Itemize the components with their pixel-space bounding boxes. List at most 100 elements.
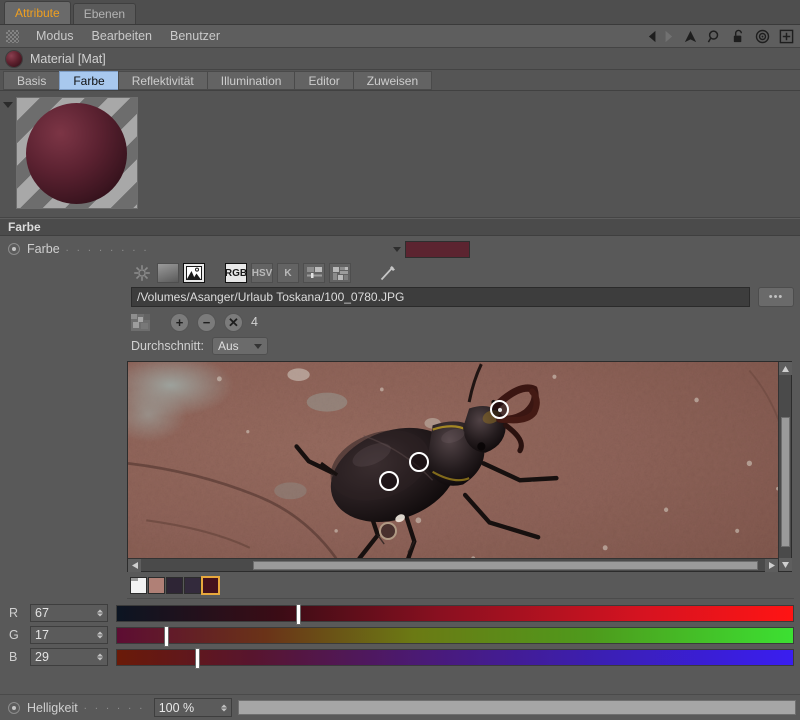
slider-mode-icon[interactable]	[303, 263, 325, 283]
window-tab-strip: Attribute Ebenen	[0, 0, 800, 25]
channel-g-value: 17	[35, 628, 49, 642]
sample-marker-3[interactable]	[379, 471, 399, 491]
sample-marker-4[interactable]	[379, 522, 397, 540]
forward-arrow-icon[interactable]	[659, 29, 674, 44]
swatch-sample-2[interactable]	[166, 577, 183, 594]
viewer-vertical-scrollbar[interactable]	[778, 362, 792, 571]
scroll-left-arrow-icon[interactable]	[128, 558, 141, 572]
grid-mode-icon[interactable]	[329, 263, 351, 283]
up-arrow-icon[interactable]	[683, 29, 698, 44]
tab-illumination[interactable]: Illumination	[206, 71, 295, 90]
texture-path-value: /Volumes/Asanger/Urlaub Toskana/100_0780…	[137, 290, 405, 304]
channel-r-slider-handle[interactable]	[296, 603, 302, 625]
channel-g-slider[interactable]	[116, 625, 794, 647]
swatch-sample-1[interactable]	[148, 577, 165, 594]
tab-zuweisen[interactable]: Zuweisen	[352, 71, 433, 90]
lock-open-icon[interactable]	[731, 29, 746, 44]
menu-item-modus[interactable]: Modus	[27, 25, 83, 47]
remove-sample-button[interactable]: −	[197, 312, 216, 332]
remove-sample-label: −	[202, 314, 211, 330]
channel-r-slider[interactable]	[116, 603, 794, 625]
channel-b-value: 29	[35, 650, 49, 664]
tab-reflektivitaet[interactable]: Reflektivität	[117, 71, 207, 90]
viewer-vscroll-thumb[interactable]	[780, 417, 790, 547]
channel-b-slider[interactable]	[116, 647, 794, 669]
tab-basis[interactable]: Basis	[3, 71, 60, 90]
scroll-down-arrow-icon[interactable]	[778, 558, 792, 571]
color-swatch-main[interactable]	[405, 240, 471, 258]
menu-item-benutzer[interactable]: Benutzer	[161, 25, 229, 47]
target-icon[interactable]	[755, 29, 770, 44]
brightness-radio-icon[interactable]	[8, 701, 20, 714]
scroll-up-arrow-icon[interactable]	[778, 362, 792, 375]
hsv-mode-button[interactable]: HSV	[251, 263, 273, 283]
window-tab-attribute[interactable]: Attribute	[4, 1, 71, 24]
brightness-stepper[interactable]	[220, 704, 227, 711]
viewer-vscroll-track[interactable]	[779, 375, 791, 558]
rgb-mode-button[interactable]: RGB	[225, 263, 247, 283]
brightness-slider[interactable]	[237, 700, 796, 715]
brightness-input[interactable]: 100 %	[153, 698, 232, 717]
radio-selected-icon[interactable]	[8, 243, 20, 255]
channel-b-slider-handle[interactable]	[194, 647, 200, 669]
texture-image-viewer[interactable]	[127, 361, 792, 572]
tab-farbe[interactable]: Farbe	[59, 71, 118, 90]
viewer-horizontal-scrollbar[interactable]	[128, 558, 778, 572]
menu-item-bearbeiten[interactable]: Bearbeiten	[83, 25, 161, 47]
brightness-label: Helligkeit	[27, 700, 78, 715]
swatch-folder[interactable]	[130, 577, 147, 594]
add-sample-button[interactable]: +	[170, 312, 189, 332]
swatch-sample-3[interactable]	[184, 577, 201, 594]
channel-g-slider-handle[interactable]	[164, 625, 170, 647]
menu-item-bearbeiten-label: Bearbeiten	[91, 29, 152, 43]
viewer-hscroll-thumb[interactable]	[253, 560, 758, 570]
preview-collapse-toggle[interactable]	[0, 97, 16, 209]
object-header: Material [Mat]	[0, 48, 800, 70]
hsv-mode-label: HSV	[251, 267, 273, 279]
average-dropdown[interactable]: Aus	[211, 337, 268, 355]
sample-marker-1[interactable]	[490, 400, 509, 419]
sampled-swatch-strip	[0, 572, 800, 598]
property-tab-bar: Basis Farbe Reflektivität Illumination E…	[0, 70, 800, 91]
average-dropdown-value: Aus	[217, 339, 239, 353]
triangle-down-small-icon[interactable]	[393, 246, 402, 252]
section-header-farbe: Farbe	[0, 218, 800, 236]
swatch-sample-4[interactable]	[201, 576, 220, 595]
color-mode-button-bar: RGB HSV K	[0, 262, 800, 284]
channel-r-stepper[interactable]	[97, 609, 103, 617]
sample-marker-1-center	[497, 407, 502, 412]
plus-box-icon[interactable]	[779, 29, 794, 44]
gradient-swatch-icon[interactable]	[157, 263, 179, 283]
texture-path-input[interactable]: /Volumes/Asanger/Urlaub Toskana/100_0780…	[131, 287, 750, 307]
channel-g-input[interactable]: 17	[30, 626, 108, 644]
texture-thumb-icon[interactable]	[131, 313, 150, 331]
tab-editor[interactable]: Editor	[294, 71, 353, 90]
search-icon[interactable]	[707, 29, 722, 44]
menu-icon-group	[647, 25, 794, 47]
channel-r-label: R	[9, 606, 19, 620]
color-property-label: Farbe	[27, 242, 60, 256]
material-preview-thumbnail[interactable]	[16, 97, 138, 209]
channel-r-input[interactable]: 67	[30, 604, 108, 622]
channel-g-stepper[interactable]	[97, 631, 103, 639]
window-tab-ebenen[interactable]: Ebenen	[72, 3, 137, 24]
clear-samples-button[interactable]: ✕	[224, 312, 243, 332]
kelvin-mode-button[interactable]: K	[277, 263, 299, 283]
viewer-hscroll-track[interactable]	[141, 559, 765, 571]
kelvin-mode-label: K	[284, 267, 292, 279]
eyedropper-icon[interactable]	[377, 263, 399, 283]
scroll-right-arrow-icon[interactable]	[765, 558, 778, 572]
channel-b-input[interactable]: 29	[30, 648, 108, 666]
color-property-dotleader: . . . . . . . .	[65, 242, 149, 254]
page-title: Material [Mat]	[30, 51, 106, 66]
browse-button[interactable]: •••	[758, 287, 794, 307]
channel-b-label: B	[9, 650, 18, 664]
sample-marker-2[interactable]	[409, 452, 429, 472]
window-tab-attribute-label: Attribute	[15, 6, 60, 20]
triangle-down-icon	[3, 102, 13, 108]
color-wheel-icon[interactable]	[131, 263, 153, 283]
channel-b-stepper[interactable]	[97, 653, 103, 661]
image-texture-icon[interactable]	[183, 263, 205, 283]
tab-illumination-label: Illumination	[220, 73, 282, 88]
grip-dots-icon[interactable]	[6, 29, 19, 43]
